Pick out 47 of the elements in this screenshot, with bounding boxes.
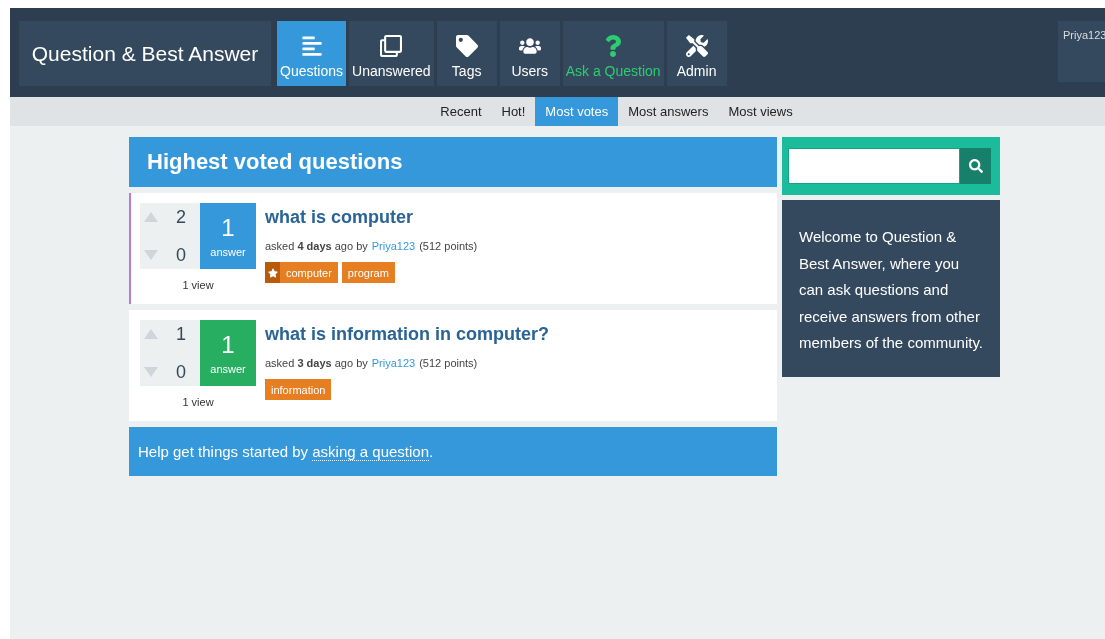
answer-label: answer bbox=[210, 246, 246, 258]
view-count: 1 view bbox=[182, 396, 214, 408]
answer-count: 1 bbox=[221, 214, 235, 242]
users-icon bbox=[518, 35, 541, 57]
downvote-icon[interactable] bbox=[144, 367, 158, 377]
upvote-count: 2 bbox=[175, 206, 187, 228]
author-link[interactable]: Priya123 bbox=[371, 240, 416, 252]
pages-icon bbox=[380, 35, 403, 57]
question-title[interactable]: what is computer bbox=[265, 207, 478, 228]
nav-tab[interactable]: Questions bbox=[277, 21, 347, 86]
upvote-icon[interactable] bbox=[144, 329, 158, 339]
search-button[interactable] bbox=[960, 148, 991, 184]
nav-tab[interactable]: Tags bbox=[436, 21, 497, 86]
view-count: 1 view bbox=[182, 279, 214, 291]
search-field[interactable] bbox=[788, 148, 960, 184]
answer-label: answer bbox=[210, 363, 246, 375]
sort-tab[interactable]: Recent bbox=[430, 97, 492, 126]
upvote-icon[interactable] bbox=[144, 212, 158, 222]
ask-link[interactable]: asking a question bbox=[312, 443, 430, 461]
question-title[interactable]: what is information in computer? bbox=[265, 324, 549, 345]
nav-tab[interactable]: Ask a Question bbox=[562, 21, 664, 86]
question-meta: asked 3 days ago by bbox=[265, 357, 368, 369]
sort-tab[interactable]: Most votes bbox=[535, 97, 619, 126]
site-title[interactable]: Question & Best Answer bbox=[19, 21, 271, 86]
author-points: (512 points) bbox=[419, 240, 478, 252]
answer-count: 1 bbox=[221, 331, 235, 359]
tag-icon bbox=[455, 35, 478, 57]
downvote-icon[interactable] bbox=[144, 250, 158, 260]
page-heading: Highest voted questions bbox=[129, 137, 777, 187]
downvote-count: 0 bbox=[175, 361, 187, 383]
lines-icon bbox=[300, 35, 323, 57]
star-icon bbox=[267, 267, 278, 278]
sort-tab[interactable]: Hot! bbox=[491, 97, 536, 126]
upvote-count: 1 bbox=[175, 323, 187, 345]
downvote-count: 0 bbox=[175, 244, 187, 266]
nav-tab[interactable]: Unanswered bbox=[349, 21, 434, 86]
author-points: (512 points) bbox=[419, 357, 478, 369]
nav-tab[interactable]: Users bbox=[499, 21, 560, 86]
welcome-text: Welcome to Question & Best Answer, where you can ask questions and receive answers from other members of the community. bbox=[782, 200, 1000, 377]
author-link[interactable]: Priya123 bbox=[371, 357, 416, 369]
question-meta: asked 4 days ago by bbox=[265, 240, 368, 252]
search-icon bbox=[968, 159, 983, 173]
nav-tab[interactable]: Admin bbox=[666, 21, 727, 86]
tools-icon bbox=[685, 35, 708, 57]
footer-text: Help get things started by asking a question. bbox=[138, 443, 434, 460]
sort-tab[interactable]: Most answers bbox=[618, 97, 719, 126]
sort-tab[interactable]: Most views bbox=[718, 97, 803, 126]
